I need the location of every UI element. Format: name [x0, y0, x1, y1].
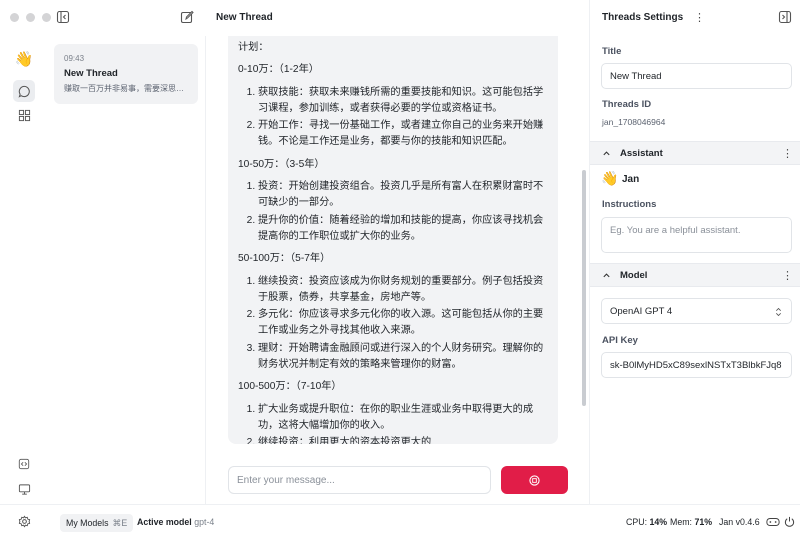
active-model-status: Active model gpt-4 [137, 517, 214, 527]
local-api-nav-button[interactable] [13, 453, 35, 475]
title-label: Title [602, 46, 622, 57]
system-monitor-nav-button[interactable] [13, 478, 35, 500]
list-item: 开始工作：寻找一份基础工作，或者建立你自己的业务来开始赚钱。不论是工作还是业务，… [258, 118, 548, 151]
assistant-name: Jan [622, 174, 640, 185]
instructions-textarea[interactable]: Eg. You are a helpful assistant. [601, 217, 792, 253]
chat-scrollbar[interactable] [582, 170, 586, 406]
cpu-value: 14% [649, 517, 668, 527]
thread-title: New Thread [216, 12, 273, 23]
plan-list: 投资：开始创建投资组合。投资几乎是所有富人在积累财富时不可缺少的一部分。 提升你… [238, 179, 548, 245]
more-icon[interactable]: ⋮ [694, 11, 705, 24]
assistant-section-header[interactable]: Assistant ⋮ [590, 141, 800, 165]
settings-icon[interactable] [18, 515, 31, 528]
my-models-label: My Models [66, 518, 109, 528]
list-item: 投资：开始创建投资组合。投资几乎是所有富人在积累财富时不可缺少的一部分。 [258, 179, 548, 212]
mem-label: Mem: [670, 517, 692, 527]
api-key-input[interactable]: sk-B0lMyHD5xC89sexlNSTxT3BlbkFJq8 [601, 352, 792, 378]
assistant-more-icon[interactable]: ⋮ [782, 147, 793, 160]
close-window-button[interactable] [10, 13, 19, 22]
title-input[interactable]: New Thread [601, 63, 792, 89]
app-window: New Thread 👋 09:43 New Thread 赚取一百万并非易事，… [0, 0, 800, 540]
minimize-window-button[interactable] [26, 13, 35, 22]
gamepad-icon[interactable] [766, 517, 780, 527]
section-heading: 10-50万：（3-5年） [238, 158, 325, 170]
left-rail: 👋 [0, 36, 46, 504]
list-item: 获取技能：获取未来赚钱所需的重要技能和知识。这可能包括学习课程，参加训练，或者获… [258, 85, 548, 118]
mem-usage: Mem: 71% [670, 517, 712, 527]
app-version: Jan v0.4.6 [719, 517, 760, 527]
status-bar: My Models ⌘E Active model gpt-4 CPU: 14%… [0, 504, 800, 540]
model-section-header[interactable]: Model ⋮ [590, 263, 800, 287]
select-arrows-icon [776, 307, 781, 317]
section-heading: 100-500万：（7-10年） [238, 381, 342, 393]
chat-nav-button[interactable] [13, 80, 35, 102]
code-icon [18, 458, 30, 470]
thread-list-item[interactable]: 09:43 New Thread 赚取一百万并非易事，需要深思熟虑… [54, 44, 198, 104]
model-select-value: OpenAI GPT 4 [610, 305, 673, 317]
thread-item-title: New Thread [64, 68, 118, 79]
list-item: 多元化：你应该寻求多元化你的收入源。这可能包括从你的主要工作或业务之外寻找其他收… [258, 307, 548, 340]
section-heading: 计划： [238, 42, 269, 53]
maximize-window-button[interactable] [42, 13, 51, 22]
thread-time: 09:43 [64, 54, 85, 63]
monitor-icon [18, 483, 30, 495]
api-key-label: API Key [602, 335, 638, 346]
my-models-button[interactable]: My Models ⌘E [60, 514, 134, 532]
assistant-section-title: Assistant [620, 148, 663, 159]
model-select[interactable]: OpenAI GPT 4 [601, 298, 792, 324]
sidebar-toggle-icon[interactable] [56, 10, 70, 24]
list-item: 提升你的价值：随着经验的增加和技能的提高，你应该寻找机会提高你的工作职位或扩大你… [258, 213, 548, 246]
thread-settings-panel: Threads Settings ⋮ Title New Thread Thre… [589, 0, 800, 504]
thread-snippet: 赚取一百万并非易事，需要深思熟虑… [64, 84, 188, 93]
thread-id-value: jan_1708046964 [602, 117, 666, 127]
list-item: 扩大业务或提升职位：在你的职业生涯或业务中取得更大的成功，这将大幅增加你的收入。 [258, 402, 548, 435]
settings-title: Threads Settings [602, 12, 684, 23]
active-model-value: gpt-4 [194, 517, 215, 527]
chat-icon [18, 85, 30, 98]
active-model-label: Active model [137, 517, 192, 527]
cpu-label: CPU: [626, 517, 648, 527]
window-controls [10, 13, 51, 22]
message-input[interactable] [228, 466, 491, 494]
power-icon[interactable] [784, 516, 795, 527]
stop-button[interactable] [501, 466, 568, 494]
edit-icon[interactable] [180, 10, 194, 24]
thread-id-label: Threads ID [602, 99, 652, 110]
assistant-message: 计划： 0-10万：（1-2年） 获取技能：获取未来赚钱所需的重要技能和知识。这… [228, 36, 558, 444]
grid-icon [18, 109, 30, 121]
plan-list: 获取技能：获取未来赚钱所需的重要技能和知识。这可能包括学习课程，参加训练，或者获… [238, 85, 548, 151]
list-item: 理财：开始聘请金融顾问或进行深入的个人财务研究。理解你的财务状况并制定有效的策略… [258, 341, 548, 374]
wave-emoji-icon[interactable]: 👋 [13, 48, 35, 70]
cpu-usage: CPU: 14% [626, 517, 667, 527]
wave-emoji: 👋 [601, 170, 619, 186]
plan-list: 继续投资：投资应该成为你财务规划的重要部分。例子包括投资于股票，债券，共享基金，… [238, 274, 548, 374]
thread-list: 09:43 New Thread 赚取一百万并非易事，需要深思熟虑… [46, 36, 206, 504]
model-more-icon[interactable]: ⋮ [782, 269, 793, 282]
stop-icon [529, 474, 540, 486]
list-item: 继续投资：利用更大的资本投资更大的 [258, 435, 548, 444]
panel-toggle-icon[interactable] [778, 10, 792, 24]
section-heading: 0-10万：（1-2年） [238, 64, 319, 76]
chevron-up-icon [603, 151, 610, 156]
instructions-label: Instructions [602, 199, 657, 210]
list-item: 继续投资：投资应该成为你财务规划的重要部分。例子包括投资于股票，债券，共享基金，… [258, 274, 548, 307]
model-section-title: Model [620, 270, 648, 281]
composer [228, 466, 568, 494]
chat-area: 计划： 0-10万：（1-2年） 获取技能：获取未来赚钱所需的重要技能和知识。这… [206, 36, 590, 504]
section-heading: 50-100万：（5-7年） [238, 253, 331, 265]
chevron-up-icon [603, 273, 610, 278]
plan-list: 扩大业务或提升职位：在你的职业生涯或业务中取得更大的成功，这将大幅增加你的收入。… [238, 402, 548, 444]
mem-value: 71% [694, 517, 713, 527]
my-models-shortcut: ⌘E [112, 517, 128, 528]
hub-nav-button[interactable] [13, 104, 35, 126]
